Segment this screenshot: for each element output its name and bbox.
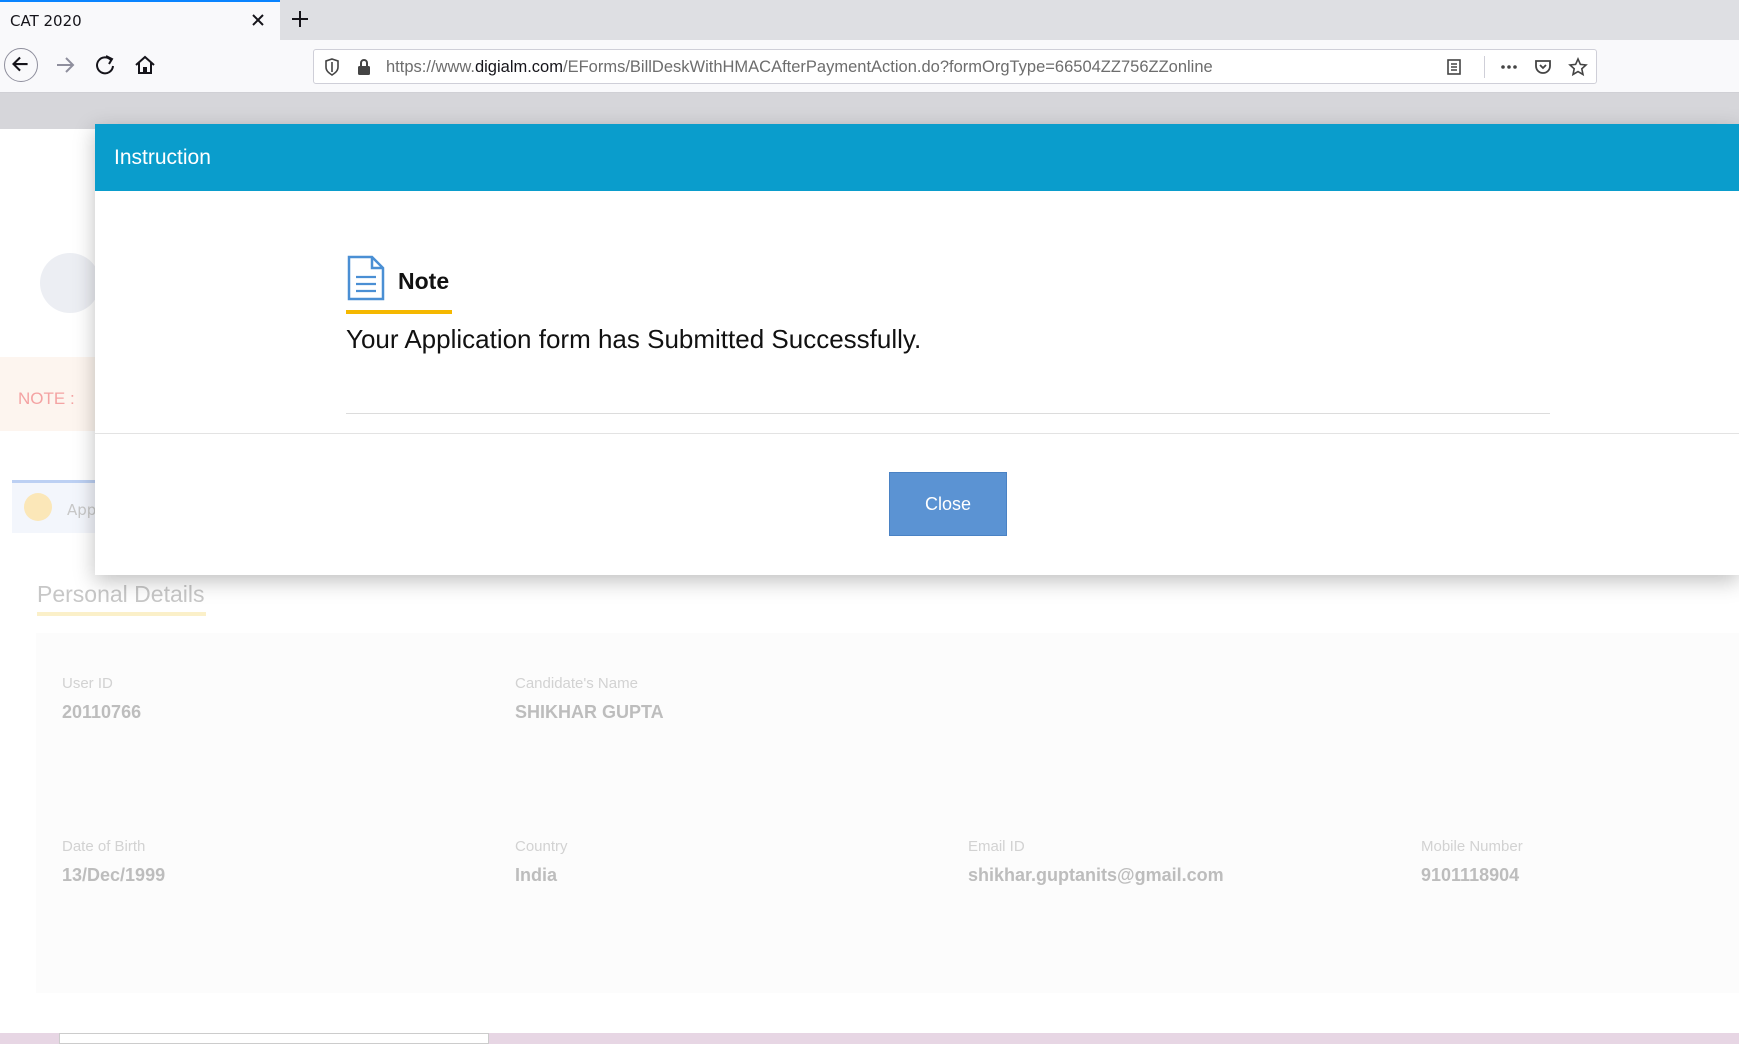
field-date-of-birth: Date of Birth 13/Dec/1999 (62, 838, 165, 886)
url-host: digialm.com (474, 58, 563, 76)
field-value: 13/Dec/1999 (62, 865, 166, 885)
field-label: Mobile Number (1421, 838, 1523, 855)
home-button[interactable] (128, 48, 162, 82)
institute-logo (40, 253, 100, 313)
reader-view-icon[interactable] (1444, 57, 1464, 77)
tab-title: CAT 2020 (10, 12, 82, 30)
field-country: Country India (515, 838, 568, 886)
content-divider (346, 413, 1550, 414)
field-label: Candidate's Name (515, 675, 638, 692)
more-icon[interactable] (1499, 57, 1519, 77)
url-prefix: https://www. (386, 58, 475, 76)
star-icon[interactable] (1568, 57, 1588, 77)
success-message: Your Application form has Submitted Succ… (346, 324, 922, 354)
tab-bar: CAT 2020 (0, 0, 1739, 40)
note-underline (346, 310, 452, 314)
close-icon[interactable] (248, 10, 268, 30)
taskbar-search[interactable] (59, 1033, 489, 1044)
field-value: shikhar.guptanits@gmail.com (968, 865, 1224, 885)
url-path: /EForms/BillDeskWithHMACAfterPaymentActi… (562, 58, 1213, 76)
document-icon (347, 255, 385, 301)
lock-icon[interactable] (354, 57, 374, 77)
home-icon (135, 55, 155, 74)
plus-icon[interactable] (288, 7, 312, 31)
shield-icon[interactable] (322, 57, 342, 77)
field-label: Email ID (968, 838, 1025, 855)
field-value: India (515, 865, 558, 885)
field-user-id: User ID 20110766 (62, 675, 141, 723)
pocket-icon[interactable] (1533, 57, 1553, 77)
url-text[interactable]: https://www.digialm.com/EForms/BillDeskW… (386, 58, 1213, 77)
url-separator (1484, 56, 1485, 78)
field-value: 9101118904 (1421, 865, 1520, 885)
section-underline (37, 612, 206, 616)
forward-button[interactable] (48, 48, 82, 82)
application-tab-label: App (67, 501, 97, 519)
reload-button[interactable] (88, 48, 122, 82)
field-value: SHIKHAR GUPTA (515, 702, 664, 722)
reload-icon (96, 55, 114, 75)
modal-title: Instruction (114, 146, 211, 169)
back-arrow-icon (12, 56, 28, 72)
instruction-modal: Instruction Note Your Application form h… (95, 124, 1739, 575)
back-button[interactable] (4, 48, 38, 82)
field-label: Country (515, 838, 568, 855)
note-label: NOTE : (18, 389, 75, 408)
field-mobile: Mobile Number 9101118904 (1421, 838, 1523, 886)
field-email: Email ID shikhar.guptanits@gmail.com (968, 838, 1224, 886)
personal-details-card (36, 633, 1739, 993)
address-bar[interactable]: https://www.digialm.com/EForms/BillDeskW… (313, 49, 1597, 84)
field-value: 20110766 (62, 702, 142, 722)
browser-tab[interactable]: CAT 2020 (0, 0, 280, 40)
close-button[interactable]: Close (889, 472, 1007, 536)
forward-arrow-icon (57, 57, 75, 73)
note-heading: Note (398, 268, 450, 294)
footer-divider (95, 433, 1739, 434)
section-title: Personal Details (37, 581, 205, 607)
field-candidate-name: Candidate's Name SHIKHAR GUPTA (515, 675, 664, 723)
field-label: User ID (62, 675, 113, 692)
modal-header: Instruction (95, 124, 1739, 191)
application-icon (24, 493, 52, 521)
field-label: Date of Birth (62, 838, 146, 855)
